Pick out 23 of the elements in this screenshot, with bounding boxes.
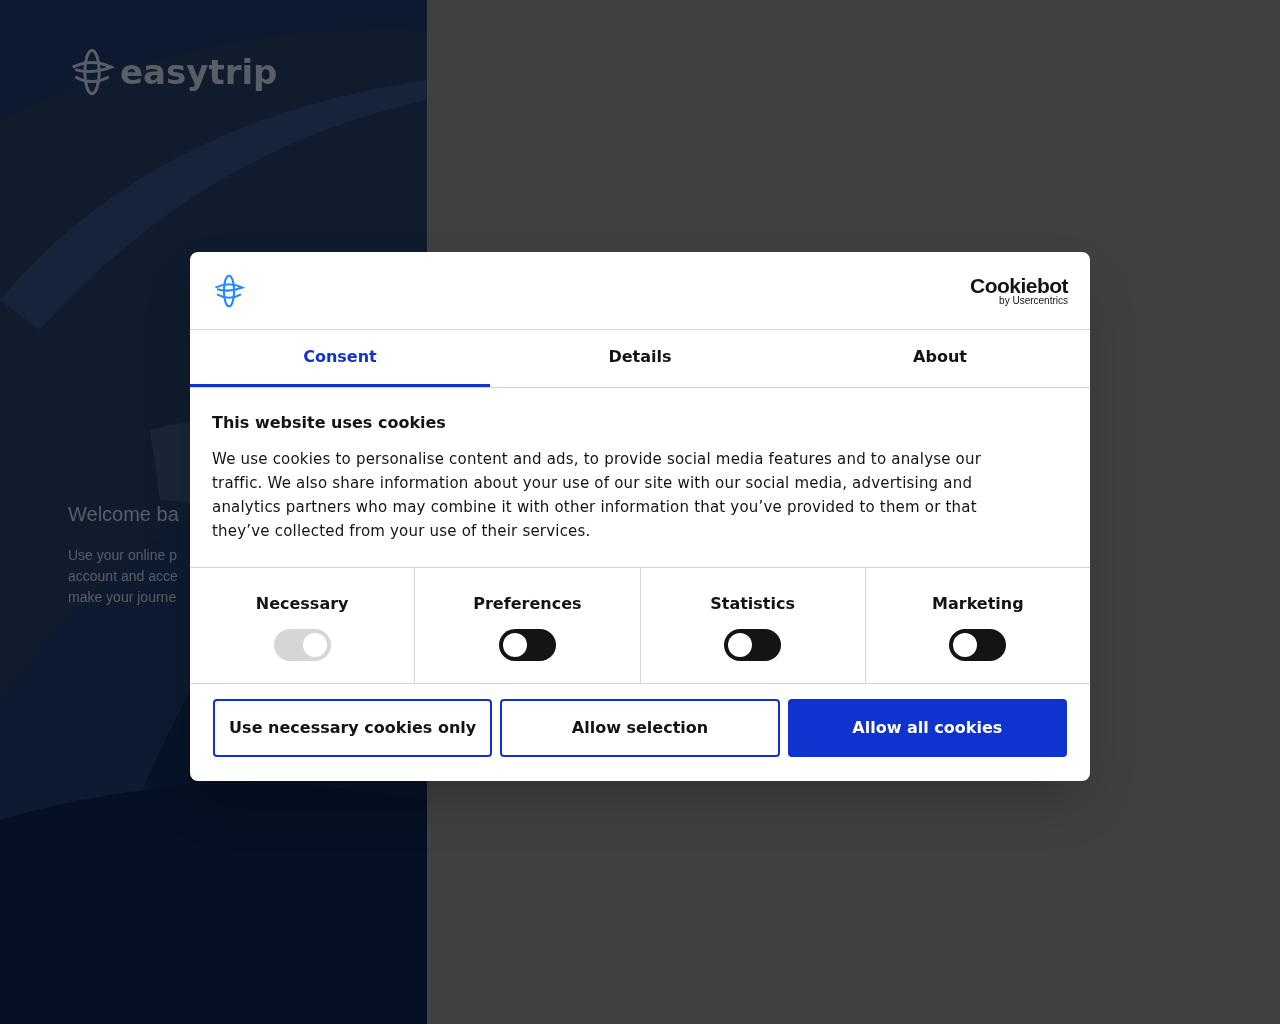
consent-button[interactable]: Use necessary cookies only bbox=[213, 699, 493, 757]
tab[interactable]: Details bbox=[490, 330, 790, 387]
welcome-text: make your journe bbox=[68, 588, 177, 607]
brand-name: easytrip bbox=[120, 55, 278, 89]
tab[interactable]: About bbox=[790, 330, 1090, 387]
category-label: Statistics bbox=[710, 593, 795, 615]
cookiebot-subtitle: by Usercentrics bbox=[999, 296, 1068, 306]
consent-button[interactable]: Allow selection bbox=[500, 699, 780, 757]
category-label: Necessary bbox=[255, 593, 349, 615]
toggle-switch[interactable] bbox=[498, 629, 556, 661]
category-label: Marketing bbox=[932, 593, 1024, 615]
category-label: Preferences bbox=[473, 593, 582, 615]
consent-heading: This website uses cookies bbox=[212, 412, 447, 434]
cookiebot-logo-text: Cookiebot bbox=[970, 275, 1068, 296]
welcome-text: account and acce bbox=[68, 567, 178, 586]
welcome-title: Welcome ba bbox=[68, 502, 179, 527]
welcome-text: Use your online p bbox=[68, 546, 177, 565]
tab[interactable]: Consent bbox=[190, 330, 490, 387]
toggle-switch[interactable] bbox=[949, 629, 1007, 661]
toggle-switch[interactable] bbox=[724, 629, 782, 661]
consent-button[interactable]: Allow all cookies bbox=[787, 699, 1067, 757]
consent-text: We use cookies to personalise content and ads, to provide social media features and to analyse our traffic. We also share information about your use of our site with our social media, advertising and analytics partners who may combine it with other information that you’ve provided to them or that they’ve collected from your use of their services. bbox=[212, 449, 983, 542]
globe-logo-icon bbox=[212, 273, 246, 308]
